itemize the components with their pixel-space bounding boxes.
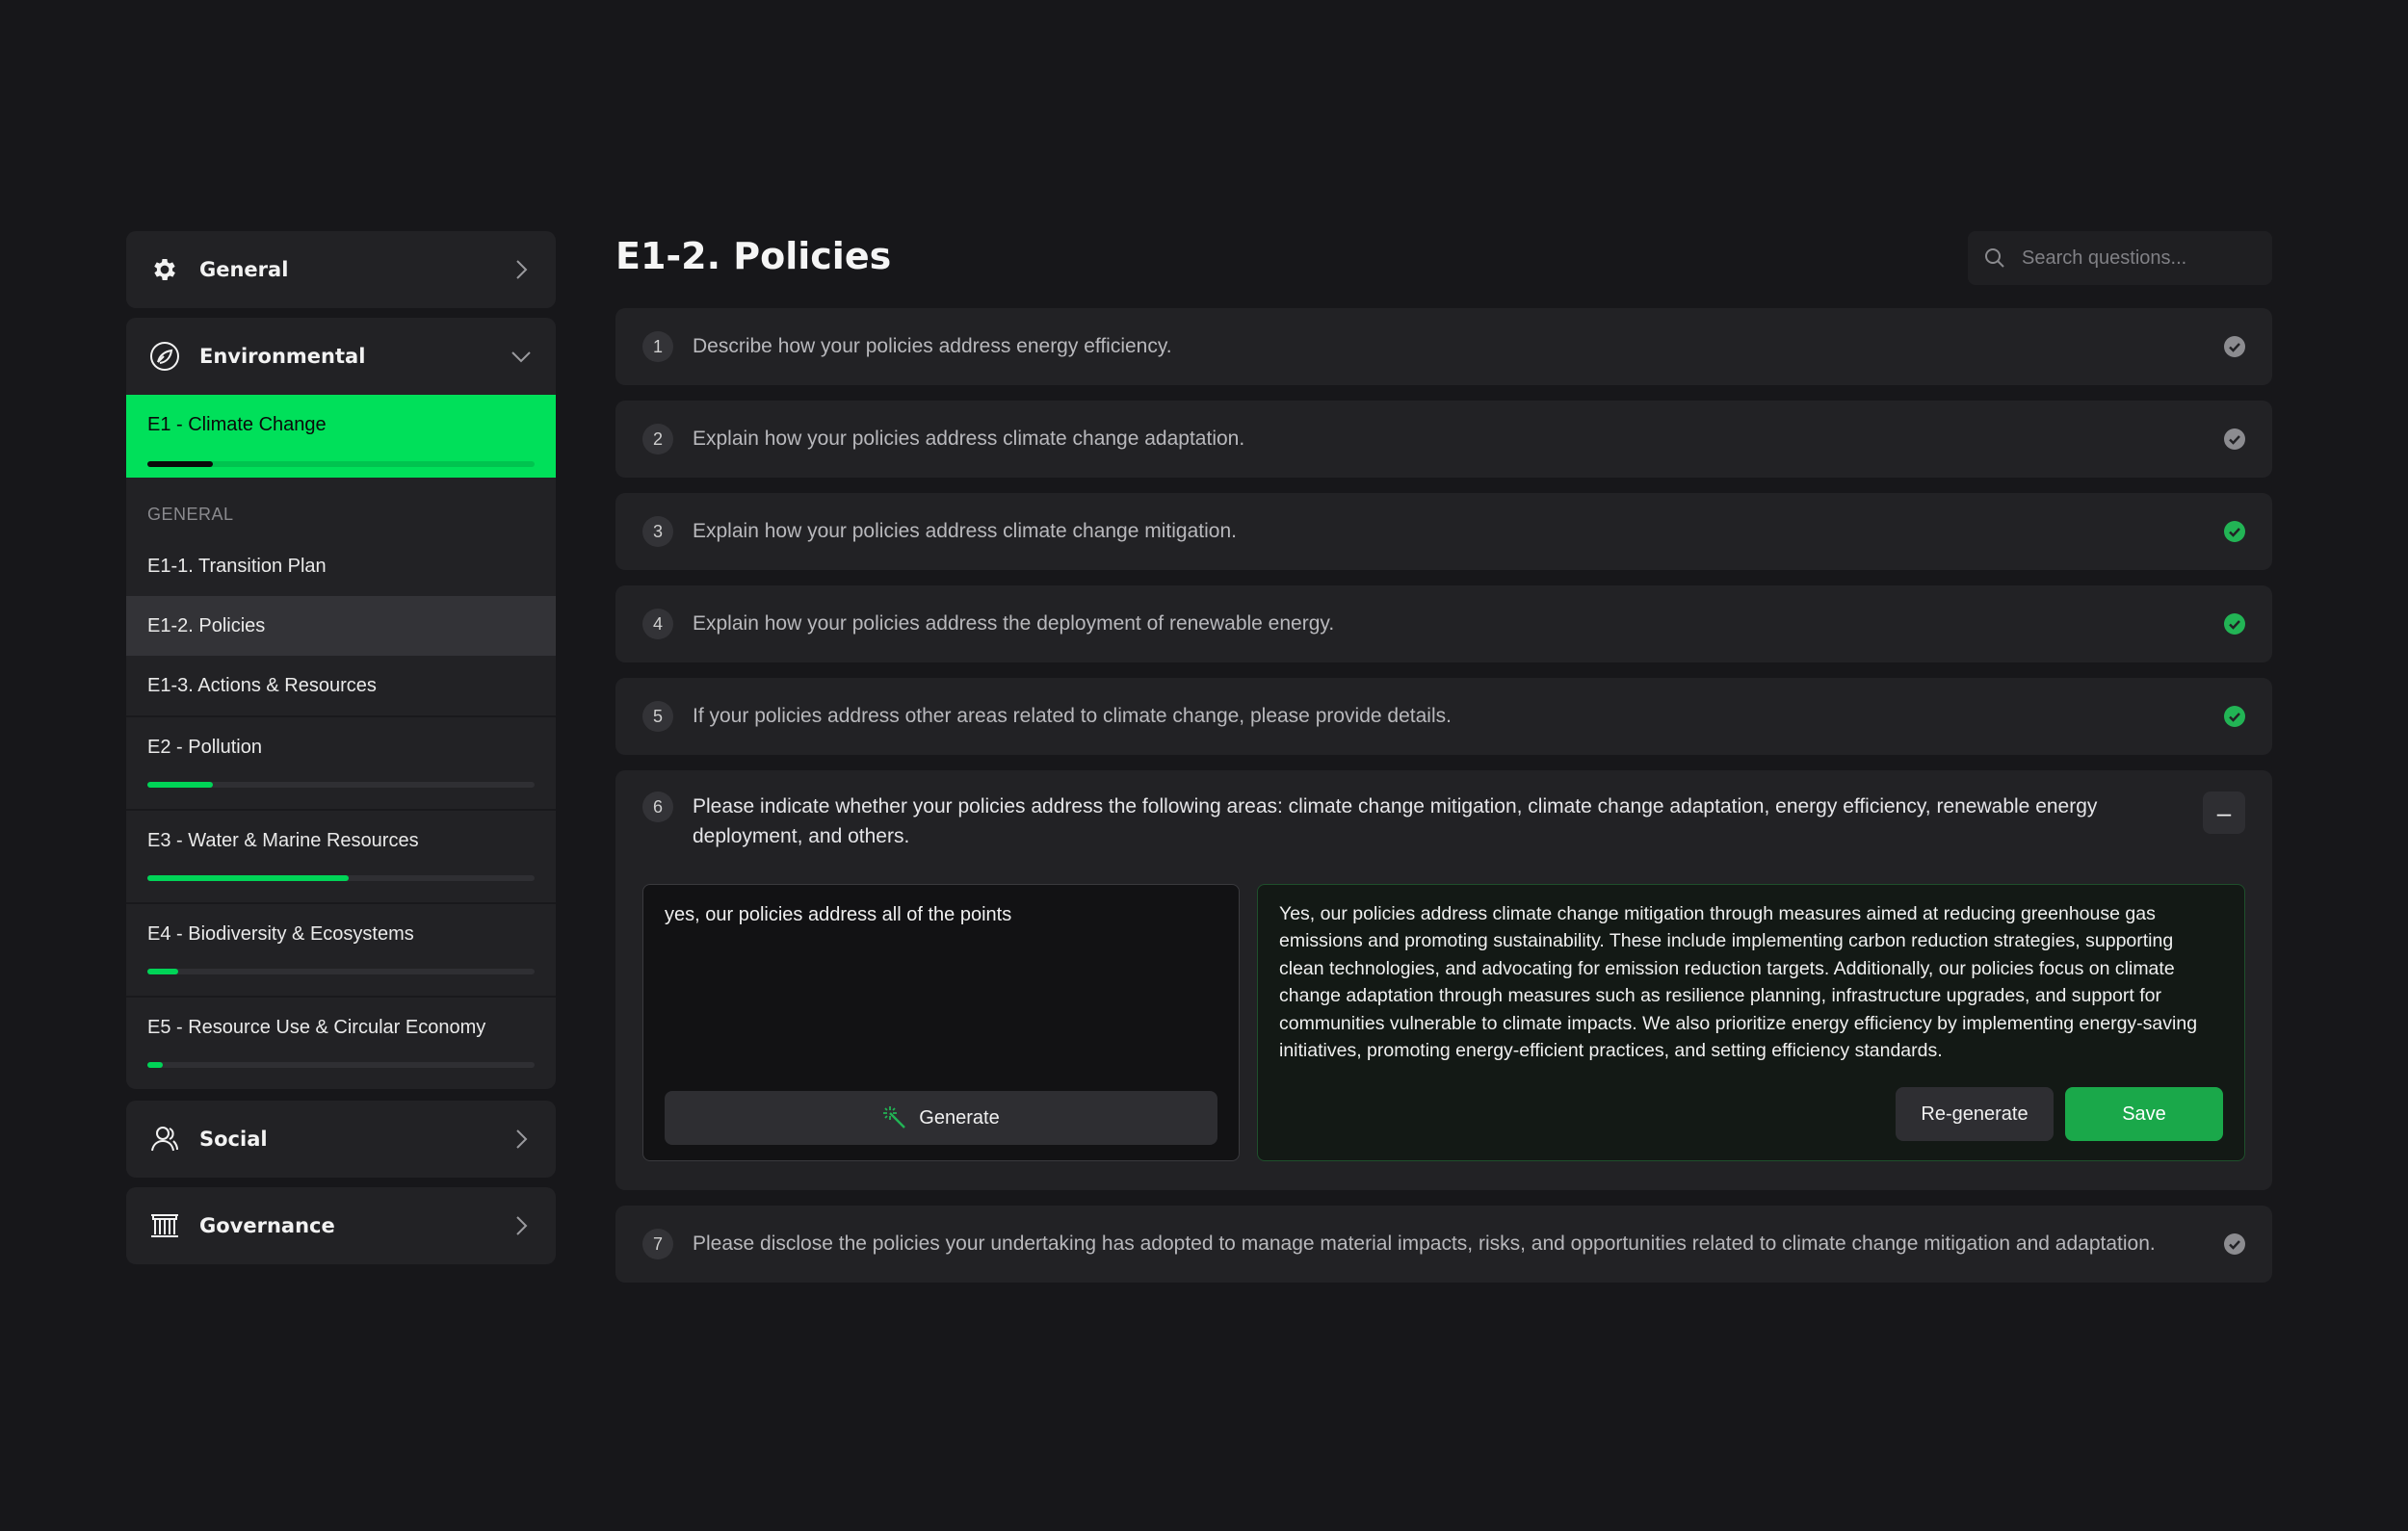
category-environmental[interactable]: Environmental [126,318,556,395]
check-circle-icon [2224,428,2245,450]
question-number: 7 [642,1229,673,1259]
progress-fill [147,875,350,881]
progress-bar [147,782,535,788]
category-governance-label: Governance [199,1214,335,1237]
check-circle-icon [2224,613,2245,635]
answer-input-value: yes, our policies address all of the poi… [665,904,1012,925]
question-number: 6 [642,791,673,822]
subcategory-label: E5 - Resource Use & Circular Economy [147,1017,486,1038]
question-row[interactable]: 2 Explain how your policies address clim… [615,401,2272,478]
question-list: 1 Describe how your policies address ene… [615,308,2272,1298]
check-circle-icon [2224,706,2245,727]
gear-icon [149,254,180,285]
check-circle-icon [2224,521,2245,542]
sidebar-item-transition-plan[interactable]: E1-1. Transition Plan [126,536,556,596]
subcategory-e4-biodiversity[interactable]: E4 - Biodiversity & Ecosystems [126,902,556,996]
progress-fill [147,461,214,467]
question-row[interactable]: 4 Explain how your policies address the … [615,585,2272,662]
sidebar-item-policies[interactable]: E1-2. Policies [126,596,556,656]
question-text: Explain how your policies address climat… [693,428,1245,450]
search-input[interactable]: Search questions... [1968,231,2272,285]
chevron-right-icon [516,260,528,279]
category-social[interactable]: Social [126,1101,556,1178]
question-text: Please disclose the policies your undert… [693,1233,2156,1255]
progress-fill [147,1062,164,1068]
category-social-label: Social [199,1128,268,1151]
category-general[interactable]: General [126,231,556,308]
subcategory-e5-resource-use[interactable]: E5 - Resource Use & Circular Economy [126,996,556,1089]
answer-input[interactable]: yes, our policies address all of the poi… [642,884,1240,1161]
question-number: 5 [642,701,673,732]
subcategory-e2-pollution[interactable]: E2 - Pollution [126,715,556,809]
question-number: 3 [642,516,673,547]
sparkle-wand-icon [883,1106,906,1129]
regenerate-button[interactable]: Re-generate [1896,1087,2054,1141]
subcategory-label: E3 - Water & Marine Resources [147,830,419,851]
question-number: 2 [642,424,673,454]
search-icon [1985,248,2004,268]
search-placeholder: Search questions... [2022,247,2187,269]
save-button[interactable]: Save [2065,1087,2223,1141]
generate-button[interactable]: Generate [665,1091,1217,1145]
subcategory-label: E4 - Biodiversity & Ecosystems [147,923,414,945]
progress-bar [147,969,535,974]
subcategory-label: E2 - Pollution [147,737,262,758]
subcategory-label: E1 - Climate Change [147,414,327,435]
progress-fill [147,969,179,974]
sidebar-item-actions-resources[interactable]: E1-3. Actions & Resources [126,656,556,715]
leaf-globe-icon [149,341,180,372]
subcategory-e1-climate-change[interactable]: E1 - Climate Change [126,395,556,478]
sidebar: General Environmental E1 - Climate Chang… [126,231,556,1274]
check-circle-icon [2224,1233,2245,1255]
question-text: Describe how your policies address energ… [693,335,1172,357]
generated-answer[interactable]: Yes, our policies address climate change… [1257,884,2245,1161]
question-text: Please indicate whether your policies ad… [693,795,2098,847]
question-row[interactable]: 1 Describe how your policies address ene… [615,308,2272,385]
progress-bar [147,1062,535,1068]
building-icon [149,1210,180,1241]
progress-bar [147,461,535,467]
subcategory-e3-water-marine[interactable]: E3 - Water & Marine Resources [126,809,556,902]
question-text: If your policies address other areas rel… [693,705,1452,727]
category-environmental-block: Environmental E1 - Climate Change GENERA… [126,318,556,1089]
chevron-right-icon [516,1129,528,1149]
question-number: 1 [642,331,673,362]
chevron-right-icon [516,1216,528,1235]
category-governance[interactable]: Governance [126,1187,556,1264]
question-row[interactable]: 3 Explain how your policies address clim… [615,493,2272,570]
section-header: GENERAL [147,505,234,524]
question-row-expanded: 6 Please indicate whether your policies … [615,770,2272,1190]
category-environmental-label: Environmental [199,345,366,368]
question-number: 4 [642,609,673,639]
user-icon [149,1124,180,1155]
check-circle-icon [2224,336,2245,357]
progress-bar [147,875,535,881]
generate-label: Generate [919,1106,1000,1129]
question-row[interactable]: 7 Please disclose the policies your unde… [615,1206,2272,1283]
question-row[interactable]: 5 If your policies address other areas r… [615,678,2272,755]
generated-answer-text: Yes, our policies address climate change… [1279,903,2198,1062]
progress-fill [147,782,214,788]
collapse-button[interactable]: – [2203,791,2245,834]
category-general-label: General [199,258,289,281]
page-title: E1-2. Policies [615,235,892,277]
question-text: Explain how your policies address climat… [693,520,1237,542]
question-text: Explain how your policies address the de… [693,612,1335,635]
chevron-down-icon [511,351,531,363]
